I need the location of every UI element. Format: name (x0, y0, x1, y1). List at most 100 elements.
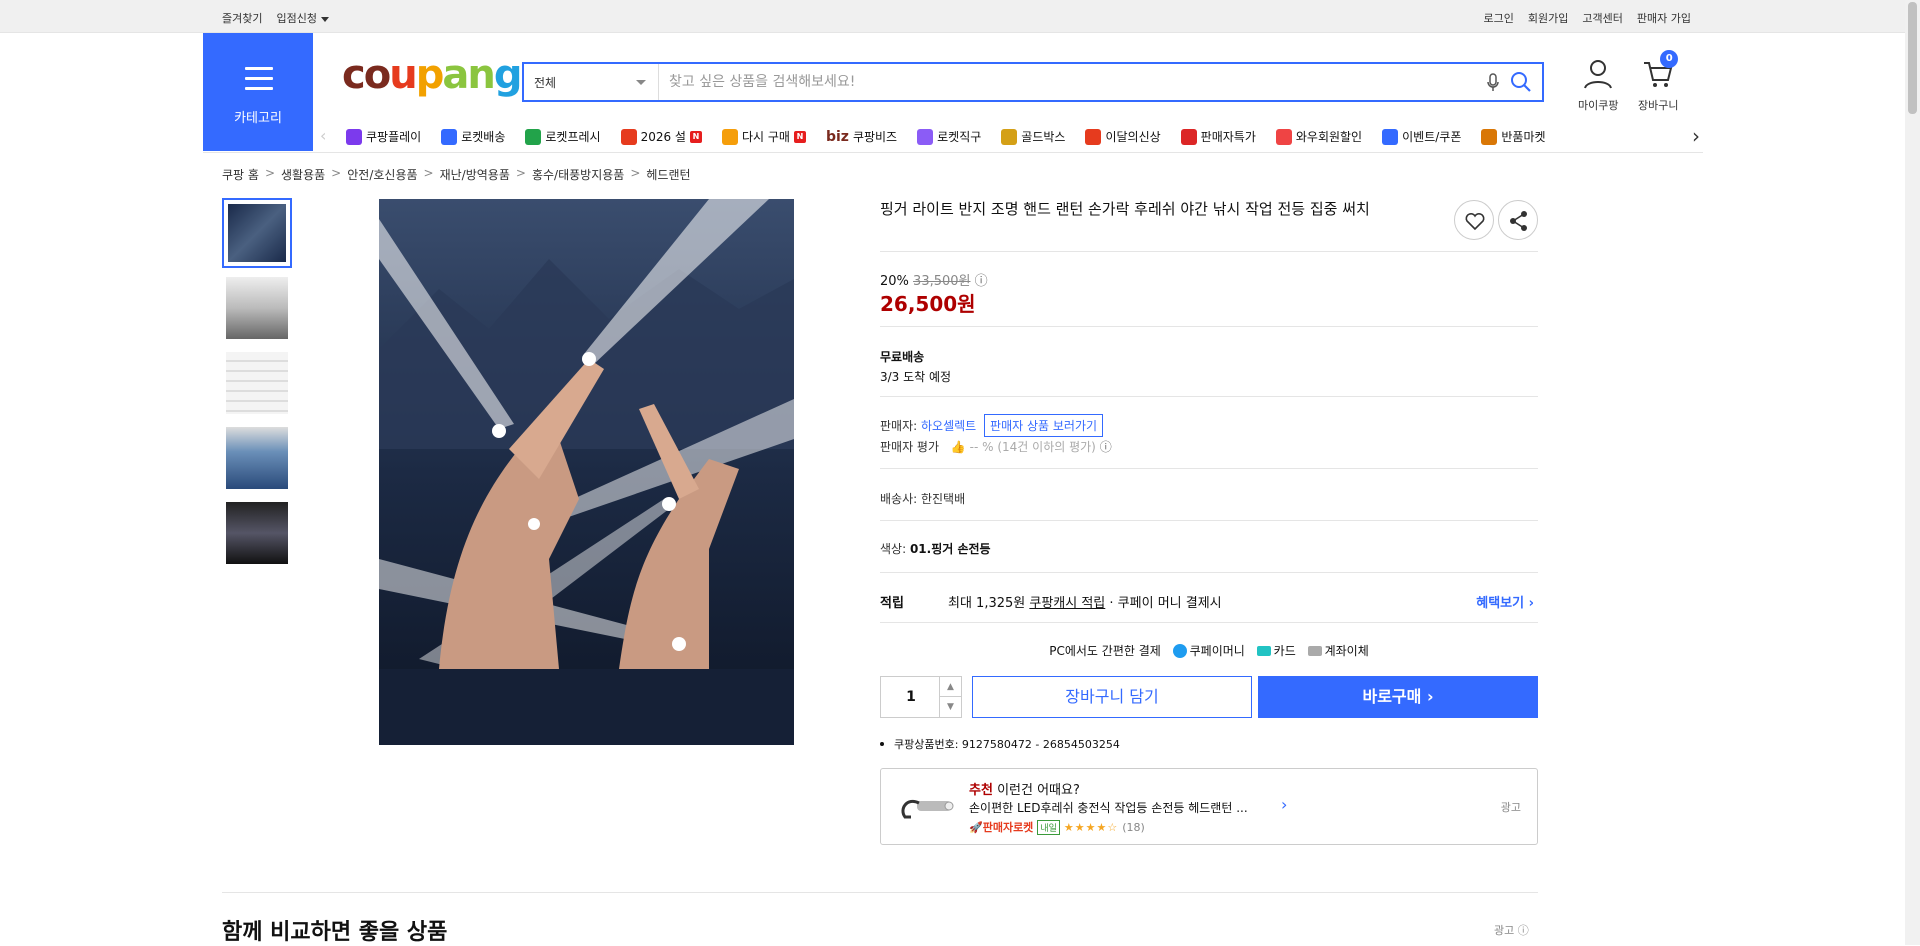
category-nav-item[interactable]: 쿠팡플레이 (346, 128, 421, 145)
category-nav-label: 판매자특가 (1200, 130, 1256, 144)
divider (880, 396, 1538, 397)
pay-method-transfer: 계좌이체 (1324, 644, 1369, 658)
wishlist-button[interactable] (1454, 200, 1494, 240)
seller-row: 판매자: 하오셀렉트 판매자 상품 보러가기 (880, 414, 1104, 437)
new-badge: N (793, 130, 806, 143)
main-product-image[interactable] (379, 199, 794, 745)
category-nav-item[interactable]: 로켓배송 (441, 128, 505, 145)
category-nav-item[interactable]: biz 쿠팡비즈 (826, 128, 897, 145)
info-icon[interactable]: ⓘ (1518, 924, 1529, 937)
recommendation-card[interactable]: 추천 이런건 어때요? 손이편한 LED후레쉬 충전식 작업등 손전등 헤드랜턴… (880, 768, 1538, 845)
chevron-right-icon[interactable]: › (1281, 795, 1287, 814)
buy-now-label: 바로구매 (1362, 687, 1422, 706)
category-nav-item[interactable]: 골드박스 (1001, 128, 1065, 145)
quantity-value[interactable]: 1 (881, 677, 941, 717)
store-apply-label: 입점신청 (276, 12, 317, 25)
page-scrollbar[interactable] (1905, 0, 1920, 945)
chevron-right-icon: › (1528, 596, 1534, 611)
thumbnail-5[interactable] (222, 498, 292, 568)
mycoupang-button[interactable]: 마이쿠팡 (1578, 58, 1618, 113)
seller-rating-note: (14건 이하의 평가) (997, 440, 1096, 454)
thumbnail-1[interactable] (222, 198, 292, 268)
seller-rocket-label: 판매자로켓 (982, 821, 1034, 834)
category-nav-item[interactable]: 다시 구매 N (721, 128, 806, 145)
seller-signup-link[interactable]: 판매자 가입 (1637, 10, 1691, 26)
bullet (880, 742, 884, 746)
divider (880, 520, 1538, 521)
quantity-stepper[interactable]: 1 ▲ ▼ (880, 676, 962, 718)
hamburger-icon (245, 67, 273, 97)
benefits-link[interactable]: 혜택보기 › (1476, 592, 1534, 611)
add-to-cart-button[interactable]: 장바구니 담기 (972, 676, 1252, 718)
category-nav-item[interactable]: 이벤트/쿠폰 (1382, 128, 1461, 145)
search-icon[interactable] (1510, 71, 1532, 96)
coupang-logo[interactable]: coupang (342, 52, 523, 98)
dropdown-arrow-icon (636, 80, 646, 85)
seller-rating-value: -- % (969, 440, 994, 454)
logo-letter: n (467, 52, 496, 98)
cart-button[interactable]: 0 장바구니 (1638, 50, 1679, 113)
recommendation-strong: 추천 (969, 783, 993, 798)
category-nav-item[interactable]: 2026 설N (620, 128, 702, 145)
nav-next-icon[interactable]: › (1692, 124, 1700, 148)
quantity-up-icon[interactable]: ▲ (939, 677, 961, 697)
bookmark-link[interactable]: 즐겨찾기 (222, 10, 262, 26)
seller-products-button[interactable]: 판매자 상품 보러가기 (984, 414, 1104, 437)
compare-ad-label: 광고 ⓘ (1494, 922, 1529, 938)
breadcrumb-item[interactable]: 안전/호신용품 (347, 166, 417, 183)
seller-name-link[interactable]: 하오셀렉트 (921, 419, 976, 433)
breadcrumb-item[interactable]: 생활용품 (281, 166, 325, 183)
divider (880, 572, 1538, 573)
compare-ad-text: 광고 (1494, 924, 1515, 937)
info-icon[interactable]: ⓘ (1100, 440, 1112, 454)
product-id: 쿠팡상품번호: 9127580472 - 26854503254 (880, 736, 1120, 752)
customer-center-link[interactable]: 고객센터 (1582, 10, 1622, 26)
cart-label: 장바구니 (1638, 99, 1679, 112)
seller-rocket-badge: 🚀판매자로켓 (969, 819, 1033, 835)
breadcrumb-separator-icon: > (331, 166, 342, 180)
thumbnail-2[interactable] (222, 273, 292, 343)
nav-prev-icon[interactable]: ‹ (320, 126, 326, 145)
thumbnail-3[interactable] (222, 348, 292, 418)
easy-pay-title: PC에서도 간편한 결제 (1049, 644, 1161, 658)
category-nav-item[interactable]: 와우회원할인 (1275, 128, 1363, 145)
category-menu-button[interactable]: 카테고리 (203, 33, 313, 151)
category-nav-item[interactable]: 로켓직구 (917, 128, 981, 145)
seller-rating-row: 판매자 평가 👍 -- % (14건 이하의 평가) ⓘ (880, 438, 1112, 455)
login-link[interactable]: 로그인 (1484, 10, 1514, 26)
divider (880, 468, 1538, 469)
global-icon (917, 128, 934, 145)
category-nav-label: 와우회원할인 (1295, 130, 1363, 144)
breadcrumb-item[interactable]: 쿠팡 홈 (222, 166, 259, 183)
sale-icon (1180, 128, 1197, 145)
buy-now-button[interactable]: 바로구매 › (1258, 676, 1538, 718)
category-nav-label: 로켓배송 (461, 130, 506, 144)
finger-light-photo (379, 199, 794, 745)
category-nav-item[interactable]: 반품마켓 (1481, 128, 1546, 145)
info-icon[interactable]: ⓘ (975, 274, 988, 289)
breadcrumb-item[interactable]: 홍수/태풍방지용품 (532, 166, 624, 183)
search-input[interactable] (669, 68, 1469, 96)
search-category-select[interactable]: 전체 (524, 64, 659, 100)
category-nav-item[interactable]: 로켓프레시 (525, 128, 601, 145)
category-nav-item[interactable]: 판매자특가 (1180, 128, 1256, 145)
seller-rating-label: 판매자 평가 (880, 440, 940, 454)
category-nav-item[interactable]: 이달의신상 (1085, 128, 1161, 145)
thumbnail-4[interactable] (222, 423, 292, 493)
pay-method-coupay: 쿠페이머니 (1189, 644, 1245, 658)
share-button[interactable] (1498, 200, 1538, 240)
coupang-cash-link[interactable]: 쿠팡캐시 적립 (1029, 596, 1105, 611)
quantity-down-icon[interactable]: ▼ (939, 697, 961, 717)
breadcrumb-item[interactable]: 헤드랜턴 (646, 166, 690, 183)
recommended-product-title[interactable]: 손이편한 LED후레쉬 충전식 작업등 손전등 헤드랜턴 ... (969, 799, 1248, 816)
scrollbar-thumb[interactable] (1908, 2, 1917, 114)
logo-letter: g (493, 52, 523, 98)
microphone-icon[interactable] (1486, 73, 1500, 96)
breadcrumb-separator-icon: > (264, 166, 275, 180)
store-apply-link[interactable]: 입점신청 (276, 10, 329, 26)
star-rating: ★★★★☆ (1063, 820, 1119, 834)
earn-condition: · 쿠페이 머니 결제시 (1109, 596, 1222, 611)
signup-link[interactable]: 회원가입 (1528, 10, 1568, 26)
breadcrumb-item[interactable]: 재난/방역용품 (440, 166, 510, 183)
divider (880, 622, 1538, 623)
